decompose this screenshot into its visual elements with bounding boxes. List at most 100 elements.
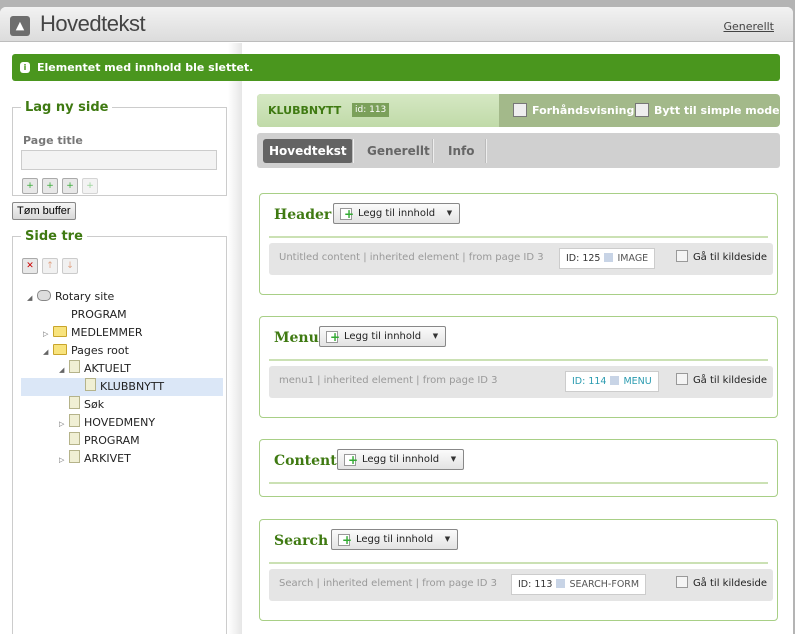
- add-content-label: Legg til innhold: [356, 534, 434, 545]
- tree-toggle-icon[interactable]: ▷: [59, 451, 69, 469]
- content-item-text: Untitled content | inherited element | f…: [279, 252, 544, 263]
- add-content-button[interactable]: Legg til innhold ▼: [331, 529, 459, 550]
- section-content: Content Legg til innhold ▼: [259, 439, 778, 497]
- content-item[interactable]: Search | inherited element | from page I…: [269, 569, 773, 601]
- goto-source-link[interactable]: Gå til kildeside: [675, 576, 767, 589]
- tree-item-label: Rotary site: [55, 290, 115, 303]
- preview-button[interactable]: Forhåndsvisning: [513, 103, 634, 117]
- notification-bar: i Elementet med innhold ble slettet.: [12, 54, 780, 81]
- page-tree-legend: Side tre: [25, 229, 83, 244]
- page-icon: [69, 360, 80, 373]
- tree-toggle-icon[interactable]: ◢: [27, 289, 37, 307]
- generellt-link[interactable]: Generellt: [723, 20, 774, 33]
- page-title: Hovedtekst: [40, 11, 146, 36]
- dropdown-arrow-icon: ▼: [446, 209, 453, 217]
- section-title: Search: [274, 533, 329, 549]
- content-item-text: menu1 | inherited element | from page ID…: [279, 375, 498, 386]
- tree-item[interactable]: KLUBBNYTT: [21, 378, 223, 396]
- content-item[interactable]: menu1 | inherited element | from page ID…: [269, 366, 773, 398]
- tab-generellt[interactable]: Generellt: [361, 139, 436, 163]
- tab-bar: Hovedtekst Generellt Info: [257, 133, 780, 168]
- section-title: Header: [274, 207, 332, 223]
- simple-mode-button[interactable]: Bytt til simple mode: [635, 103, 780, 117]
- site-icon: [37, 290, 51, 301]
- goto-source-link[interactable]: Gå til kildeside: [675, 250, 767, 263]
- move-up-icon[interactable]: ↑: [42, 258, 58, 274]
- move-down-icon[interactable]: ↓: [62, 258, 78, 274]
- content-type: MENU: [623, 376, 652, 387]
- add-content-label: Legg til innhold: [344, 331, 422, 342]
- tree-item[interactable]: ◢ AKTUELT: [59, 360, 131, 378]
- page-icon: [69, 450, 80, 463]
- add-content-button[interactable]: Legg til innhold ▼: [319, 326, 447, 347]
- magnifier-icon: [513, 103, 527, 117]
- tree-toggle-icon[interactable]: ◢: [43, 343, 53, 361]
- new-page-panel: Lag ny side Page title + + + +: [12, 100, 227, 196]
- delete-icon[interactable]: ✕: [22, 258, 38, 274]
- tree-item-label: Pages root: [71, 344, 129, 357]
- tree-toggle-icon[interactable]: ▷: [43, 325, 53, 343]
- content-type: SEARCH-FORM: [569, 579, 640, 590]
- tree-item[interactable]: ◢ Pages root: [43, 342, 129, 360]
- page-title-label: Page title: [23, 134, 83, 147]
- add-icon: [340, 205, 354, 224]
- section-menu: Menu Legg til innhold ▼ menu1 | inherited…: [259, 316, 778, 418]
- page-tree-panel: Side tre ✕ ↑ ↓ ◢ Rotary site PROGRAM ▷ MEDLEMM…: [12, 229, 227, 634]
- tree-item[interactable]: ▷ HOVEDMENY: [59, 414, 155, 432]
- title-bar: ▲ Hovedtekst Generellt: [0, 7, 793, 42]
- page-icon: [69, 396, 80, 409]
- tab-hovedtekst[interactable]: Hovedtekst: [263, 139, 353, 163]
- page-header-bar: KLUBBNYTT id: 113 Forhåndsvisning Bytt t…: [257, 94, 780, 127]
- preview-label: Forhåndsvisning: [532, 104, 635, 117]
- content-item[interactable]: Untitled content | inherited element | f…: [269, 243, 773, 275]
- add-content-button[interactable]: Legg til innhold ▼: [337, 449, 465, 470]
- section-title: Menu: [274, 330, 319, 346]
- add-icon: [326, 328, 340, 347]
- tree-toggle-icon[interactable]: ▷: [59, 415, 69, 433]
- goto-arrow-icon: [675, 373, 688, 385]
- tree-item-label: AKTUELT: [84, 362, 131, 375]
- tree-item-label: ARKIVET: [84, 452, 131, 465]
- tree-item-label: HOVEDMENY: [84, 416, 156, 429]
- page-name: KLUBBNYTT: [268, 104, 342, 117]
- folder-icon: [53, 344, 67, 355]
- tree-item-label: MEDLEMMER: [71, 326, 143, 339]
- dropdown-arrow-icon: ▼: [450, 455, 457, 463]
- empty-buffer-button[interactable]: Tøm buffer: [12, 202, 76, 220]
- sidebar-divider: [228, 43, 242, 634]
- add-content-label: Legg til innhold: [358, 208, 436, 219]
- info-icon: i: [20, 62, 30, 73]
- goto-source-link[interactable]: Gå til kildeside: [675, 373, 767, 386]
- content-type: IMAGE: [617, 253, 649, 264]
- tree-item[interactable]: ◢ Rotary site: [27, 288, 114, 306]
- tree-item[interactable]: PROGRAM: [43, 306, 127, 324]
- page-title-input[interactable]: [21, 150, 217, 170]
- tree-item-label: PROGRAM: [71, 308, 127, 321]
- content-id-badge: ID: 113 SEARCH-FORM: [511, 574, 647, 595]
- tab-info[interactable]: Info: [442, 139, 480, 163]
- tree-item-label: Søk: [84, 398, 105, 411]
- tree-item[interactable]: PROGRAM: [59, 432, 140, 450]
- add-icon: [338, 531, 352, 550]
- add-before-icon[interactable]: +: [22, 178, 38, 194]
- add-child-icon[interactable]: +: [62, 178, 78, 194]
- program-icon: [53, 308, 67, 319]
- content-id-badge: ID: 114 MENU: [565, 371, 659, 392]
- tree-item-label: KLUBBNYTT: [100, 380, 165, 393]
- goto-label: Gå til kildeside: [692, 375, 767, 386]
- menu-icon: [610, 376, 620, 385]
- tree-toggle-icon[interactable]: ◢: [59, 361, 69, 379]
- tree-item[interactable]: ▷ ARKIVET: [59, 450, 131, 468]
- content-item-text: Search | inherited element | from page I…: [279, 578, 497, 589]
- add-content-button[interactable]: Legg til innhold ▼: [333, 203, 461, 224]
- add-after-icon[interactable]: +: [42, 178, 58, 194]
- section-search: Search Legg til innhold ▼ Search | inheri…: [259, 519, 778, 621]
- folder-icon: [53, 326, 67, 337]
- notification-text: Elementet med innhold ble slettet.: [37, 61, 254, 74]
- tree-item[interactable]: ▷ MEDLEMMER: [43, 324, 143, 342]
- arrow-up-icon[interactable]: ▲: [10, 16, 30, 36]
- window: ▲ Hovedtekst Generellt i Elementet med in…: [0, 7, 793, 634]
- mode-switch-icon: [635, 103, 649, 117]
- goto-arrow-icon: [675, 250, 688, 262]
- tree-item[interactable]: Søk: [59, 396, 104, 414]
